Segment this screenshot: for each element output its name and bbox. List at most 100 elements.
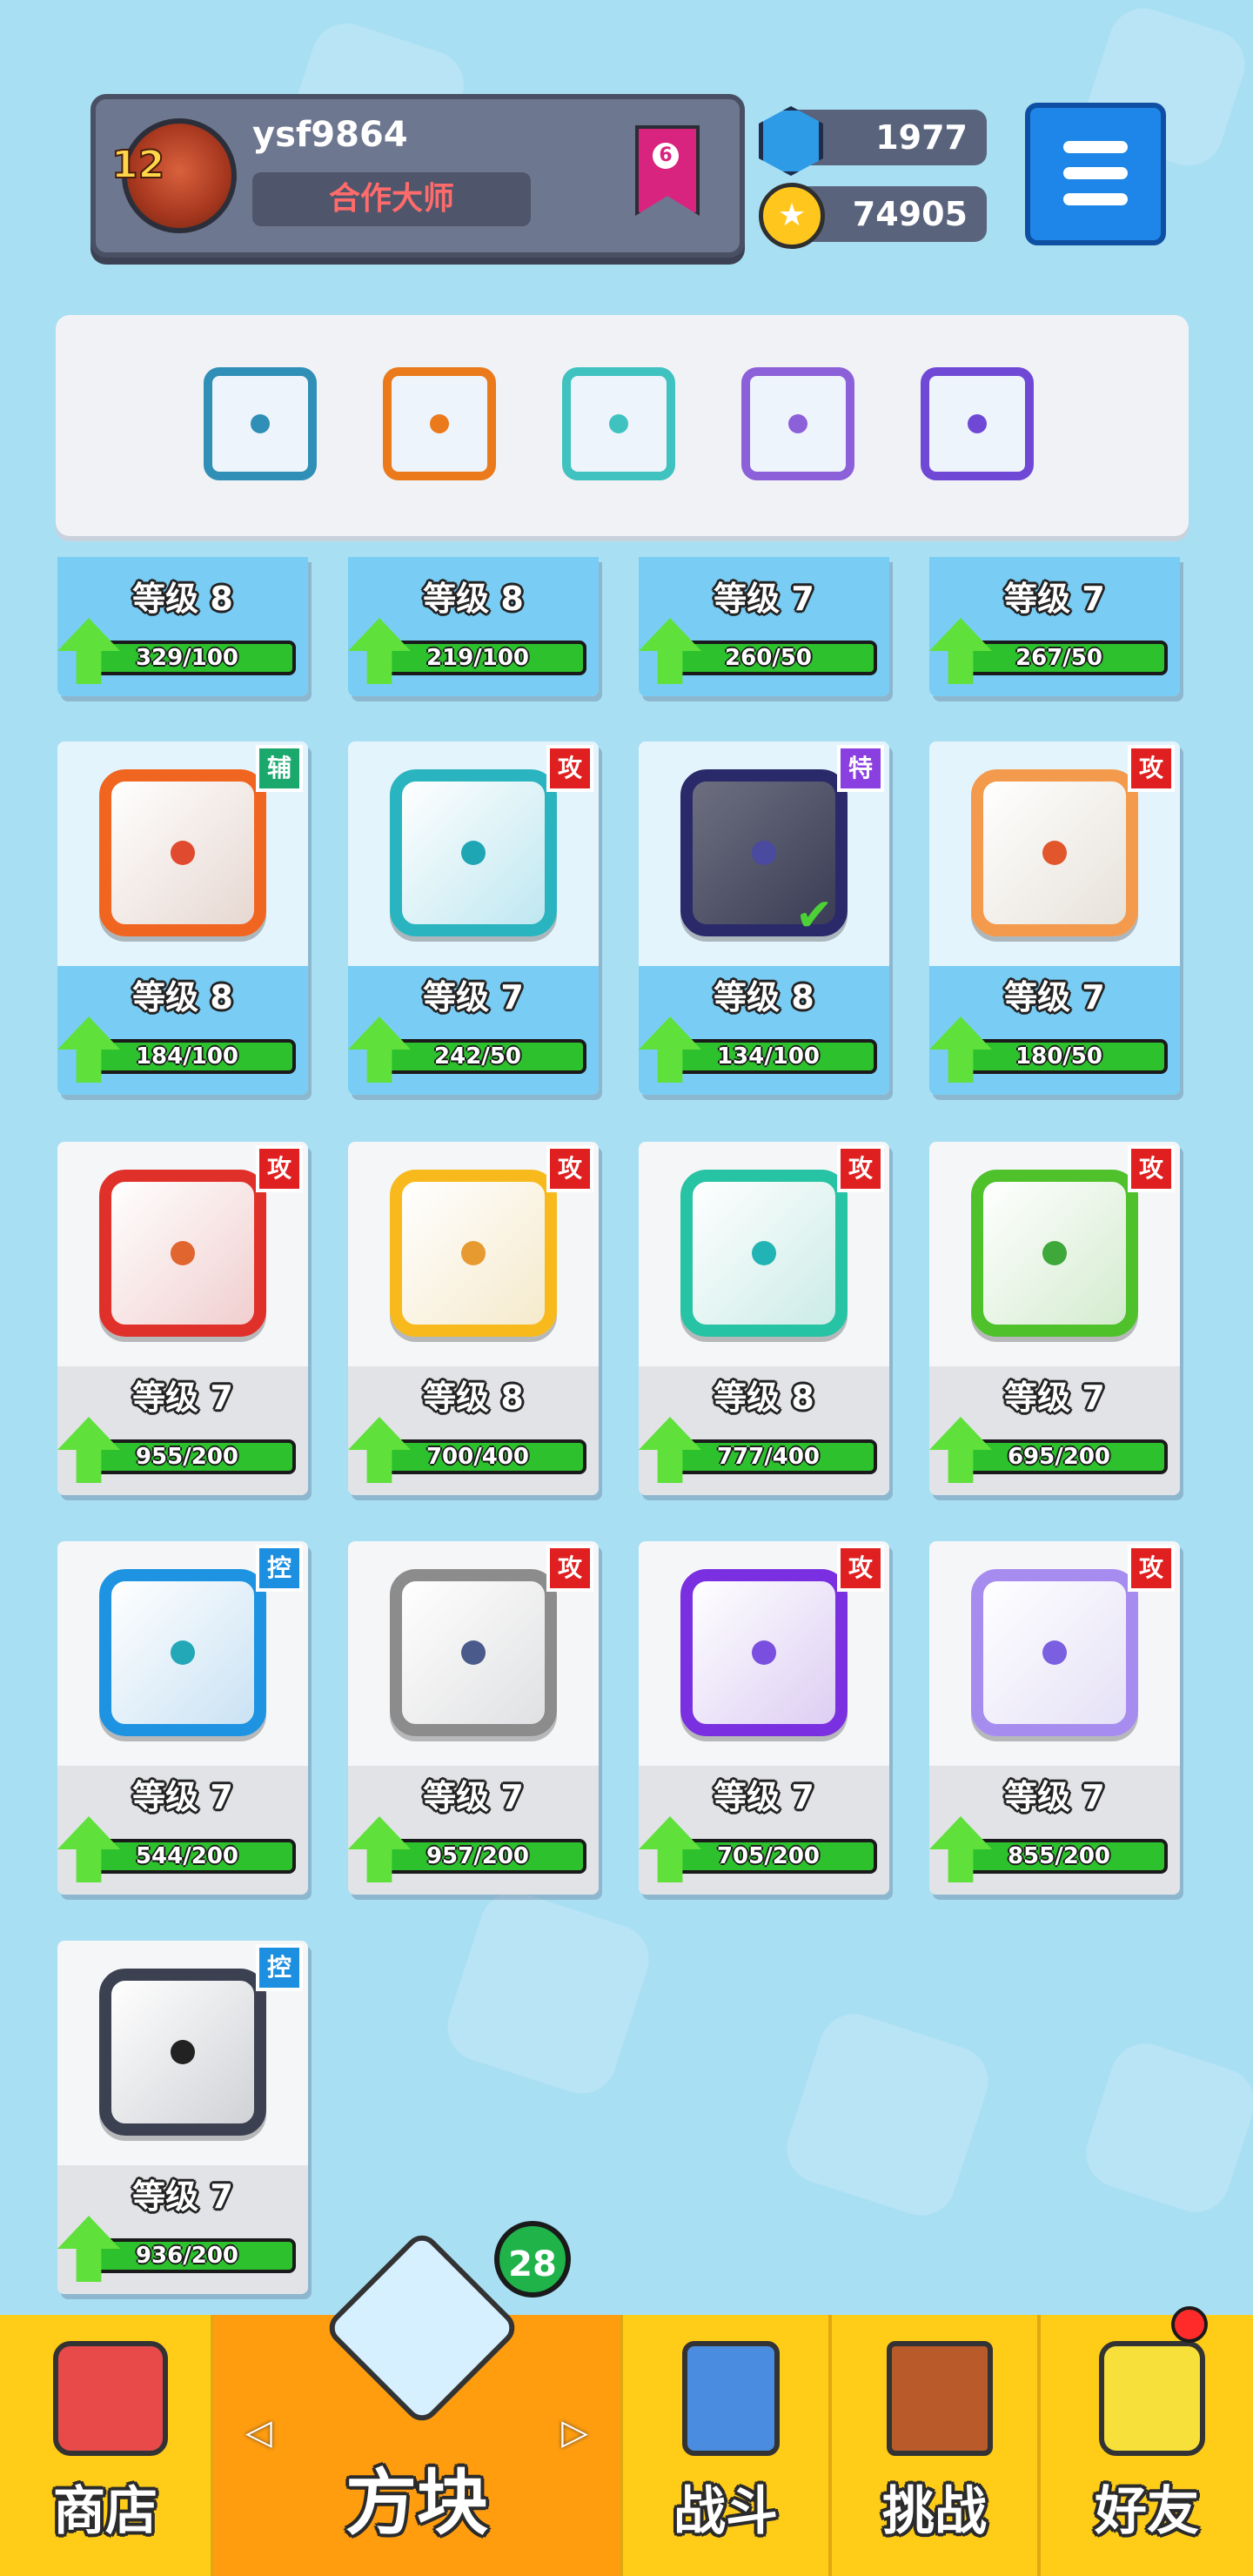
block-type-badge: 攻 bbox=[1128, 1145, 1175, 1192]
tab-battle[interactable]: 战斗 bbox=[623, 2315, 832, 2576]
tab-label: 方块 bbox=[345, 2462, 488, 2545]
block-type-badge: 攻 bbox=[837, 1545, 884, 1592]
menu-button[interactable] bbox=[1025, 103, 1166, 245]
block-level: 等级 7 bbox=[132, 1379, 233, 1417]
equipped-check-icon: ✔ bbox=[795, 889, 834, 942]
block-level: 等级 8 bbox=[714, 978, 814, 1016]
signpost-icon bbox=[887, 2341, 993, 2456]
block-card[interactable]: 攻等级 7 855/200 bbox=[929, 1541, 1180, 1895]
hands-icon: ✔ bbox=[680, 769, 848, 942]
block-card[interactable]: 攻等级 7 242/50 bbox=[348, 741, 599, 1095]
block-center-dot bbox=[171, 2040, 195, 2064]
ice-icon bbox=[99, 1569, 266, 1736]
block-center-dot bbox=[171, 1640, 195, 1665]
blue-vortex-dragon-icon[interactable] bbox=[204, 367, 317, 480]
block-type-badge: 攻 bbox=[1128, 745, 1175, 792]
block-card[interactable]: 辅等级 8 184/100 bbox=[57, 741, 308, 1095]
purple-crack-icon[interactable] bbox=[741, 367, 854, 480]
block-center-dot bbox=[171, 1241, 195, 1265]
block-card[interactable]: 攻等级 7 955/200 bbox=[57, 1142, 308, 1495]
block-type-badge: 攻 bbox=[256, 1145, 303, 1192]
tab-label: 挑战 bbox=[882, 2481, 987, 2542]
block-type-badge: 特 bbox=[837, 745, 884, 792]
block-level: 等级 7 bbox=[1004, 978, 1105, 1016]
block-type-badge: 控 bbox=[256, 1944, 303, 1991]
avatar-level: 12 bbox=[111, 142, 165, 188]
tab-blocks[interactable]: ◁ ▷ 方块 bbox=[214, 2228, 623, 2576]
block-center-dot bbox=[461, 841, 486, 865]
block-card[interactable]: 等级 7 260/50 bbox=[639, 557, 889, 696]
tab-challenge[interactable]: 挑战 bbox=[832, 2315, 1041, 2576]
poison-icon bbox=[971, 1170, 1138, 1337]
mystery-cube-icon bbox=[322, 2228, 522, 2428]
slot-center-dot bbox=[251, 414, 270, 433]
sword-icon bbox=[99, 769, 266, 936]
block-level: 等级 7 bbox=[714, 580, 814, 618]
tab-shop[interactable]: 商店 bbox=[0, 2315, 214, 2576]
block-center-dot bbox=[461, 1241, 486, 1265]
hamburger-icon bbox=[1063, 141, 1128, 153]
block-level: 等级 7 bbox=[1004, 1778, 1105, 1816]
block-card[interactable]: 控等级 7 544/200 bbox=[57, 1541, 308, 1895]
block-level: 等级 7 bbox=[423, 1778, 524, 1816]
block-card[interactable]: 攻等级 7 705/200 bbox=[639, 1541, 889, 1895]
tab-label: 好友 bbox=[1095, 2481, 1199, 2542]
block-level: 等级 7 bbox=[132, 1778, 233, 1816]
block-center-dot bbox=[171, 841, 195, 865]
slot-center-dot bbox=[788, 414, 807, 433]
block-level: 等级 8 bbox=[423, 580, 524, 618]
orange-sun-dragon-icon[interactable] bbox=[383, 367, 496, 480]
background-tile bbox=[1076, 2034, 1253, 2222]
slot-center-dot bbox=[430, 414, 449, 433]
block-card[interactable]: 控等级 7 936/200 bbox=[57, 1941, 308, 2294]
background-tile bbox=[438, 1882, 659, 2103]
friend-character-icon bbox=[1099, 2341, 1205, 2456]
wind-icon bbox=[680, 1170, 848, 1337]
block-type-badge: 攻 bbox=[546, 1545, 593, 1592]
block-type-badge: 攻 bbox=[546, 745, 593, 792]
block-level: 等级 7 bbox=[132, 2177, 233, 2216]
cyan-hands-icon[interactable] bbox=[562, 367, 675, 480]
hamburger-icon bbox=[1063, 193, 1128, 205]
notification-dot bbox=[1171, 2306, 1208, 2343]
rank-number: 6 bbox=[653, 143, 679, 169]
slot-center-dot bbox=[968, 414, 987, 433]
hamburger-icon bbox=[1063, 167, 1128, 179]
username: ysf9864 bbox=[252, 115, 408, 155]
padlock-icon bbox=[99, 1969, 266, 2136]
block-card[interactable]: 攻等级 8 700/400 bbox=[348, 1142, 599, 1495]
player-profile-panel[interactable]: 12 ysf9864 合作大师 6 bbox=[90, 94, 745, 258]
arrows-cycle-icon bbox=[680, 1569, 848, 1736]
splash-icon bbox=[390, 769, 557, 936]
block-type-badge: 攻 bbox=[546, 1145, 593, 1192]
block-card[interactable]: 攻等级 7 957/200 bbox=[348, 1541, 599, 1895]
block-level: 等级 7 bbox=[714, 1778, 814, 1816]
block-center-dot bbox=[461, 1640, 486, 1665]
block-card[interactable]: 攻等级 8 777/400 bbox=[639, 1142, 889, 1495]
coin-icon: ★ bbox=[759, 183, 825, 249]
block-center-dot bbox=[1042, 841, 1067, 865]
block-card[interactable]: 等级 8 329/100 bbox=[57, 557, 308, 696]
block-level: 等级 8 bbox=[132, 580, 233, 618]
block-type-badge: 控 bbox=[256, 1545, 303, 1592]
block-card[interactable]: ✔ 特等级 8 134/100 bbox=[639, 741, 889, 1095]
electric-icon bbox=[390, 1170, 557, 1337]
block-card[interactable]: 攻等级 7 180/50 bbox=[929, 741, 1180, 1095]
sword-shield-icon bbox=[682, 2341, 780, 2456]
tab-friends[interactable]: 好友 bbox=[1041, 2315, 1253, 2576]
shop-stall-icon bbox=[53, 2341, 168, 2456]
block-type-badge: 攻 bbox=[1128, 1545, 1175, 1592]
block-center-dot bbox=[1042, 1241, 1067, 1265]
block-center-dot bbox=[752, 1640, 776, 1665]
block-level: 等级 7 bbox=[1004, 1379, 1105, 1417]
block-level: 等级 8 bbox=[423, 1379, 524, 1417]
block-center-dot bbox=[752, 1241, 776, 1265]
violet-swirl-dragon-icon[interactable] bbox=[921, 367, 1034, 480]
block-card[interactable]: 攻等级 7 695/200 bbox=[929, 1142, 1180, 1495]
rank-ribbon-icon bbox=[635, 125, 700, 216]
slot-center-dot bbox=[609, 414, 628, 433]
tab-label: 商店 bbox=[53, 2481, 157, 2542]
block-card[interactable]: 等级 8 219/100 bbox=[348, 557, 599, 696]
question-marks-icon bbox=[971, 1569, 1138, 1736]
block-card[interactable]: 等级 7 267/50 bbox=[929, 557, 1180, 696]
